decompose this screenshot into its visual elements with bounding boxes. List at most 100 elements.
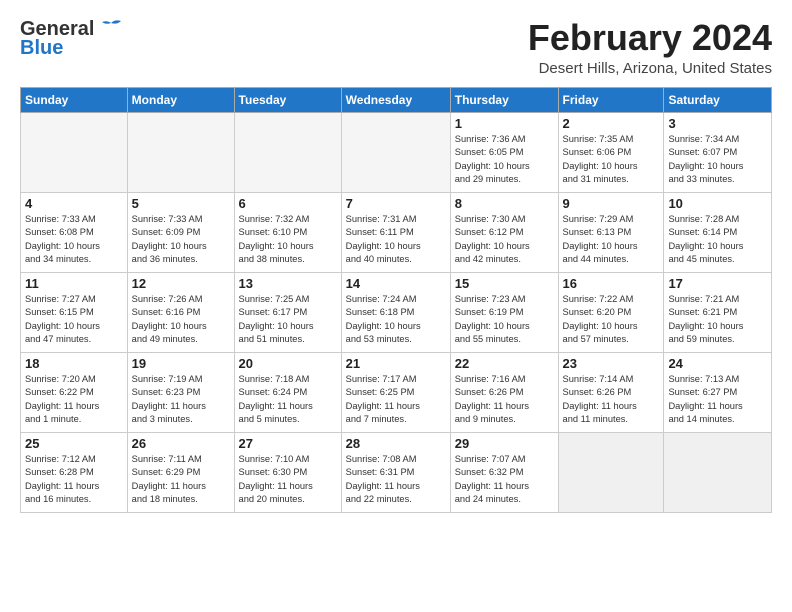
month-title: February 2024 bbox=[528, 18, 772, 58]
title-area: February 2024 Desert Hills, Arizona, Uni… bbox=[528, 18, 772, 77]
weekday-header-row: SundayMondayTuesdayWednesdayThursdayFrid… bbox=[21, 87, 772, 112]
weekday-header-monday: Monday bbox=[127, 87, 234, 112]
day-number: 13 bbox=[239, 276, 337, 291]
calendar-cell: 13Sunrise: 7:25 AMSunset: 6:17 PMDayligh… bbox=[234, 272, 341, 352]
day-number: 11 bbox=[25, 276, 123, 291]
calendar-cell: 28 Sunrise: 7:08 AMSunset: 6:31 PMDayligh… bbox=[341, 432, 450, 512]
calendar-cell: 23 Sunrise: 7:14 AMSunset: 6:26 PMDayligh… bbox=[558, 352, 664, 432]
day-number: 19 bbox=[132, 356, 230, 371]
calendar-cell: 10 Sunrise: 7:28 AMSunset: 6:14 PMDayligh… bbox=[664, 192, 772, 272]
weekday-header-sunday: Sunday bbox=[21, 87, 128, 112]
day-number: 16 bbox=[563, 276, 660, 291]
calendar-cell: 29 Sunrise: 7:07 AMSunset: 6:32 PMDayligh… bbox=[450, 432, 558, 512]
week-row-3: 11 Sunrise: 7:27 AMSunset: 6:15 PMDayligh… bbox=[21, 272, 772, 352]
calendar-cell: 4Sunrise: 7:33 AMSunset: 6:08 PMDaylight… bbox=[21, 192, 128, 272]
calendar-cell bbox=[558, 432, 664, 512]
day-number: 22 bbox=[455, 356, 554, 371]
calendar-cell: 16 Sunrise: 7:22 AMSunset: 6:20 PMDayligh… bbox=[558, 272, 664, 352]
calendar-cell: 24 Sunrise: 7:13 AMSunset: 6:27 PMDayligh… bbox=[664, 352, 772, 432]
day-number: 3 bbox=[668, 116, 767, 131]
logo-blue-text: Blue bbox=[20, 37, 63, 60]
day-info: Sunrise: 7:33 AMSunset: 6:09 PMDaylight:… bbox=[132, 213, 230, 267]
calendar-cell: 8Sunrise: 7:30 AMSunset: 6:12 PMDaylight… bbox=[450, 192, 558, 272]
day-info: Sunrise: 7:28 AMSunset: 6:14 PMDaylight:… bbox=[668, 213, 767, 267]
day-number: 9 bbox=[563, 196, 660, 211]
calendar-cell: 14 Sunrise: 7:24 AMSunset: 6:18 PMDayligh… bbox=[341, 272, 450, 352]
day-info: Sunrise: 7:26 AMSunset: 6:16 PMDaylight:… bbox=[132, 293, 230, 347]
calendar-cell bbox=[127, 112, 234, 192]
day-number: 7 bbox=[346, 196, 446, 211]
day-info: Sunrise: 7:12 AMSunset: 6:28 PMDaylight:… bbox=[25, 453, 123, 507]
logo-bird-icon bbox=[97, 19, 125, 37]
calendar-cell bbox=[664, 432, 772, 512]
calendar-cell: 18Sunrise: 7:20 AMSunset: 6:22 PMDayligh… bbox=[21, 352, 128, 432]
calendar-cell: 1 Sunrise: 7:36 AMSunset: 6:05 PMDaylight… bbox=[450, 112, 558, 192]
day-info: Sunrise: 7:13 AMSunset: 6:27 PMDaylight:… bbox=[668, 373, 767, 427]
calendar-cell: 6 Sunrise: 7:32 AMSunset: 6:10 PMDaylight… bbox=[234, 192, 341, 272]
week-row-1: 1 Sunrise: 7:36 AMSunset: 6:05 PMDaylight… bbox=[21, 112, 772, 192]
day-info: Sunrise: 7:32 AMSunset: 6:10 PMDaylight:… bbox=[239, 213, 337, 267]
calendar-cell: 3 Sunrise: 7:34 AMSunset: 6:07 PMDaylight… bbox=[664, 112, 772, 192]
day-info: Sunrise: 7:14 AMSunset: 6:26 PMDaylight:… bbox=[563, 373, 660, 427]
day-info: Sunrise: 7:34 AMSunset: 6:07 PMDaylight:… bbox=[668, 133, 767, 187]
day-info: Sunrise: 7:31 AMSunset: 6:11 PMDaylight:… bbox=[346, 213, 446, 267]
day-number: 20 bbox=[239, 356, 337, 371]
calendar-cell: 22 Sunrise: 7:16 AMSunset: 6:26 PMDayligh… bbox=[450, 352, 558, 432]
day-info: Sunrise: 7:29 AMSunset: 6:13 PMDaylight:… bbox=[563, 213, 660, 267]
day-number: 5 bbox=[132, 196, 230, 211]
day-number: 17 bbox=[668, 276, 767, 291]
calendar-cell: 17 Sunrise: 7:21 AMSunset: 6:21 PMDayligh… bbox=[664, 272, 772, 352]
day-number: 15 bbox=[455, 276, 554, 291]
weekday-header-tuesday: Tuesday bbox=[234, 87, 341, 112]
day-info: Sunrise: 7:21 AMSunset: 6:21 PMDaylight:… bbox=[668, 293, 767, 347]
day-number: 4 bbox=[25, 196, 123, 211]
day-info: Sunrise: 7:24 AMSunset: 6:18 PMDaylight:… bbox=[346, 293, 446, 347]
logo-area: General Blue bbox=[20, 18, 125, 60]
calendar-cell: 7 Sunrise: 7:31 AMSunset: 6:11 PMDaylight… bbox=[341, 192, 450, 272]
day-info: Sunrise: 7:22 AMSunset: 6:20 PMDaylight:… bbox=[563, 293, 660, 347]
day-info: Sunrise: 7:08 AMSunset: 6:31 PMDaylight:… bbox=[346, 453, 446, 507]
header: General Blue February 2024 Desert Hills,… bbox=[20, 18, 772, 77]
day-number: 21 bbox=[346, 356, 446, 371]
day-number: 23 bbox=[563, 356, 660, 371]
weekday-header-wednesday: Wednesday bbox=[341, 87, 450, 112]
day-number: 18 bbox=[25, 356, 123, 371]
calendar-cell: 9 Sunrise: 7:29 AMSunset: 6:13 PMDaylight… bbox=[558, 192, 664, 272]
week-row-5: 25Sunrise: 7:12 AMSunset: 6:28 PMDayligh… bbox=[21, 432, 772, 512]
day-number: 1 bbox=[455, 116, 554, 131]
calendar-cell: 15 Sunrise: 7:23 AMSunset: 6:19 PMDayligh… bbox=[450, 272, 558, 352]
day-number: 24 bbox=[668, 356, 767, 371]
day-number: 27 bbox=[239, 436, 337, 451]
day-info: Sunrise: 7:07 AMSunset: 6:32 PMDaylight:… bbox=[455, 453, 554, 507]
calendar-cell: 21 Sunrise: 7:17 AMSunset: 6:25 PMDayligh… bbox=[341, 352, 450, 432]
calendar-table: SundayMondayTuesdayWednesdayThursdayFrid… bbox=[20, 87, 772, 513]
week-row-2: 4Sunrise: 7:33 AMSunset: 6:08 PMDaylight… bbox=[21, 192, 772, 272]
day-info: Sunrise: 7:23 AMSunset: 6:19 PMDaylight:… bbox=[455, 293, 554, 347]
calendar-cell: 5 Sunrise: 7:33 AMSunset: 6:09 PMDaylight… bbox=[127, 192, 234, 272]
calendar-cell bbox=[234, 112, 341, 192]
day-number: 2 bbox=[563, 116, 660, 131]
day-number: 28 bbox=[346, 436, 446, 451]
calendar-cell: 19Sunrise: 7:19 AMSunset: 6:23 PMDayligh… bbox=[127, 352, 234, 432]
weekday-header-thursday: Thursday bbox=[450, 87, 558, 112]
week-row-4: 18Sunrise: 7:20 AMSunset: 6:22 PMDayligh… bbox=[21, 352, 772, 432]
calendar-cell: 27 Sunrise: 7:10 AMSunset: 6:30 PMDayligh… bbox=[234, 432, 341, 512]
day-number: 29 bbox=[455, 436, 554, 451]
day-info: Sunrise: 7:17 AMSunset: 6:25 PMDaylight:… bbox=[346, 373, 446, 427]
day-info: Sunrise: 7:35 AMSunset: 6:06 PMDaylight:… bbox=[563, 133, 660, 187]
day-info: Sunrise: 7:36 AMSunset: 6:05 PMDaylight:… bbox=[455, 133, 554, 187]
location-title: Desert Hills, Arizona, United States bbox=[528, 60, 772, 77]
calendar-cell: 11 Sunrise: 7:27 AMSunset: 6:15 PMDayligh… bbox=[21, 272, 128, 352]
day-info: Sunrise: 7:16 AMSunset: 6:26 PMDaylight:… bbox=[455, 373, 554, 427]
day-number: 6 bbox=[239, 196, 337, 211]
day-number: 12 bbox=[132, 276, 230, 291]
weekday-header-friday: Friday bbox=[558, 87, 664, 112]
day-info: Sunrise: 7:18 AMSunset: 6:24 PMDaylight:… bbox=[239, 373, 337, 427]
page: General Blue February 2024 Desert Hills,… bbox=[0, 0, 792, 612]
day-number: 14 bbox=[346, 276, 446, 291]
day-info: Sunrise: 7:10 AMSunset: 6:30 PMDaylight:… bbox=[239, 453, 337, 507]
day-number: 10 bbox=[668, 196, 767, 211]
day-number: 26 bbox=[132, 436, 230, 451]
calendar-cell: 25Sunrise: 7:12 AMSunset: 6:28 PMDayligh… bbox=[21, 432, 128, 512]
day-info: Sunrise: 7:27 AMSunset: 6:15 PMDaylight:… bbox=[25, 293, 123, 347]
